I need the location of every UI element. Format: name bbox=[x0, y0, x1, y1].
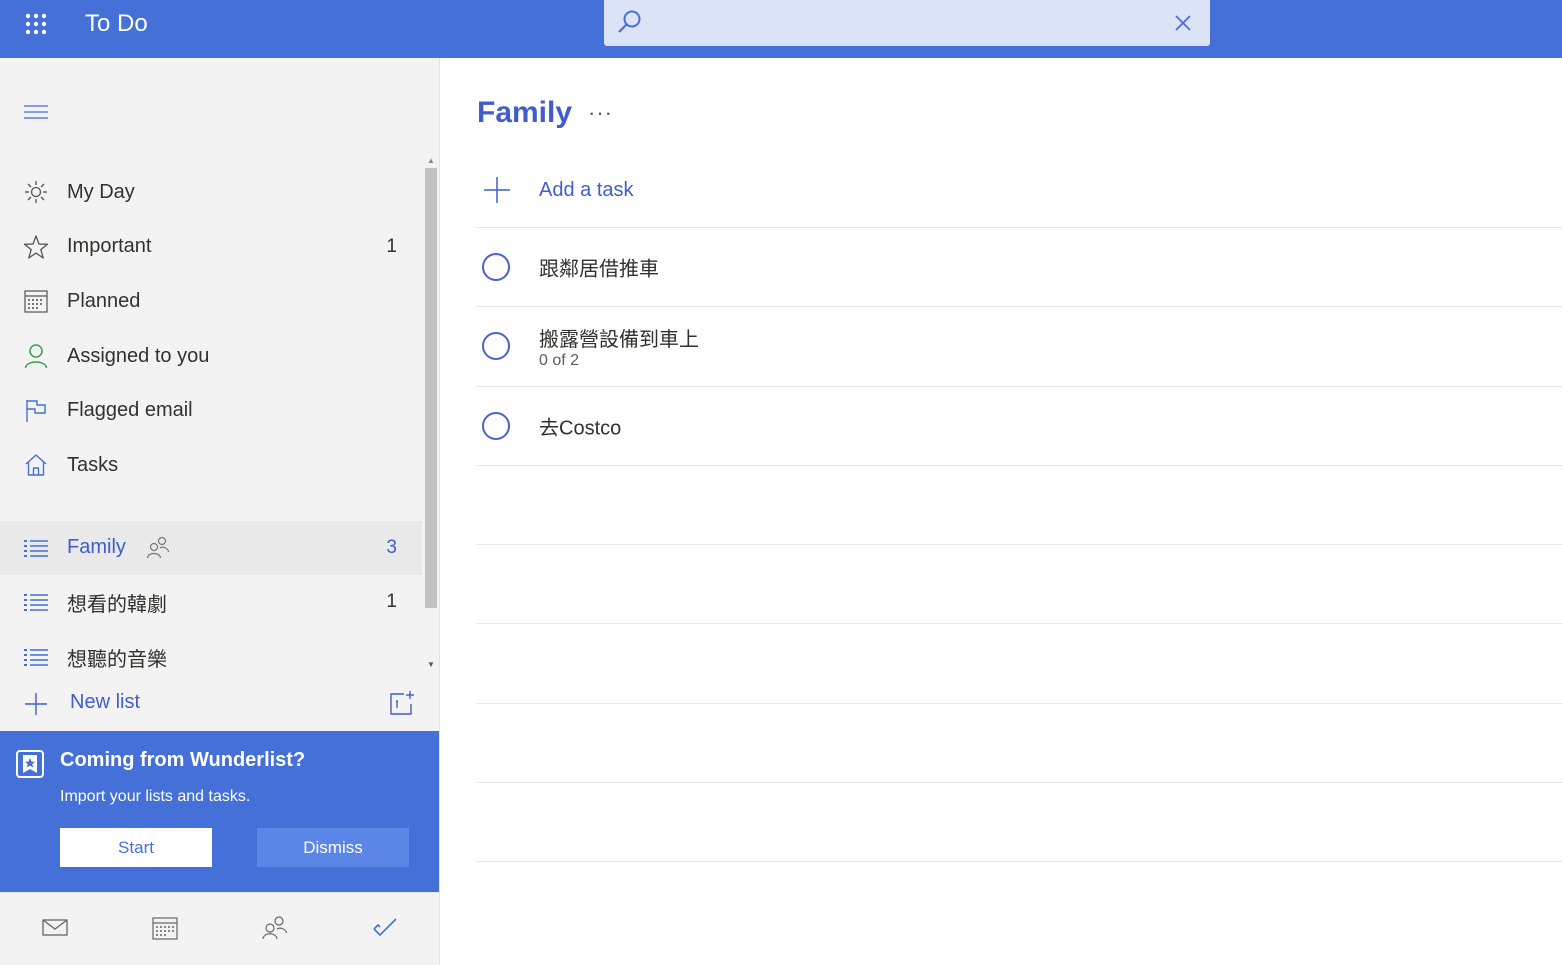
scroll-down-arrow-icon[interactable]: ▼ bbox=[427, 660, 435, 669]
sidebar-item-count: 1 bbox=[386, 235, 397, 257]
sidebar-item-important[interactable]: Important 1 bbox=[0, 220, 422, 275]
task-title: 跟鄰居借推車 bbox=[539, 258, 659, 281]
sidebar: My Day Important 1 Planned Assigned to y… bbox=[0, 58, 440, 965]
shared-people-icon bbox=[146, 536, 170, 560]
plus-icon bbox=[483, 176, 511, 204]
empty-row bbox=[477, 861, 1562, 863]
search-input[interactable] bbox=[656, 8, 1156, 38]
sidebar-item-label: Assigned to you bbox=[67, 344, 210, 367]
person-icon bbox=[23, 343, 49, 369]
top-bar: To Do bbox=[0, 0, 1562, 58]
plus-icon bbox=[24, 692, 48, 716]
list-title[interactable]: Family bbox=[477, 96, 572, 130]
sidebar-item-label: Tasks bbox=[67, 453, 119, 476]
list-icon bbox=[23, 644, 49, 670]
empty-row bbox=[477, 623, 1562, 702]
sidebar-scrollbar[interactable]: ▲ ▼ bbox=[422, 156, 438, 676]
wunderlist-star-icon bbox=[15, 749, 45, 779]
sidebar-list-count: 1 bbox=[386, 591, 397, 613]
dismiss-button[interactable]: Dismiss bbox=[257, 828, 409, 867]
sidebar-list-count: 3 bbox=[386, 536, 397, 558]
star-icon bbox=[23, 234, 49, 260]
sidebar-item-assigned-to-you[interactable]: Assigned to you bbox=[0, 329, 422, 384]
search-box[interactable] bbox=[604, 0, 1210, 46]
banner-title: Coming from Wunderlist? bbox=[60, 749, 306, 771]
new-group-icon[interactable] bbox=[388, 690, 416, 716]
task-row[interactable]: 跟鄰居借推車 bbox=[477, 227, 1562, 306]
sidebar-item-label: My Day bbox=[67, 180, 135, 203]
complete-task-checkbox[interactable] bbox=[482, 332, 510, 361]
calendar-icon[interactable] bbox=[151, 915, 179, 941]
sidebar-list-music[interactable]: 想聽的音樂 bbox=[0, 630, 422, 685]
sidebar-item-label: Flagged email bbox=[67, 399, 193, 422]
people-icon[interactable] bbox=[261, 915, 289, 941]
sidebar-list-label: 想看的韓劇 bbox=[67, 593, 167, 616]
complete-task-checkbox[interactable] bbox=[482, 253, 510, 282]
scroll-thumb[interactable] bbox=[425, 168, 437, 608]
sidebar-list-label: Family bbox=[67, 536, 126, 559]
mail-icon[interactable] bbox=[41, 915, 69, 939]
todo-check-icon[interactable] bbox=[371, 915, 399, 941]
calendar-icon bbox=[23, 288, 49, 314]
new-list-button[interactable]: New list bbox=[0, 680, 438, 726]
app-title: To Do bbox=[85, 10, 148, 37]
sidebar-list-korean-dramas[interactable]: 想看的韓劇 1 bbox=[0, 575, 422, 630]
task-title: 搬露營設備到車上 bbox=[539, 329, 699, 352]
sidebar-item-label: Important bbox=[67, 235, 152, 258]
empty-row bbox=[477, 702, 1562, 782]
list-icon bbox=[23, 589, 49, 615]
sidebar-item-label: Planned bbox=[67, 289, 141, 312]
scroll-up-arrow-icon[interactable]: ▲ bbox=[427, 156, 435, 165]
complete-task-checkbox[interactable] bbox=[482, 411, 510, 440]
task-list: 跟鄰居借推車 搬露營設備到車上 0 of 2 去Costco bbox=[477, 227, 1562, 863]
sidebar-item-tasks[interactable]: Tasks bbox=[0, 438, 422, 493]
sidebar-item-flagged-email[interactable]: Flagged email bbox=[0, 383, 422, 438]
sun-icon bbox=[23, 179, 49, 205]
list-icon bbox=[23, 535, 49, 561]
sidebar-item-my-day[interactable]: My Day bbox=[0, 165, 422, 220]
empty-row bbox=[477, 782, 1562, 861]
start-button[interactable]: Start bbox=[60, 828, 212, 867]
empty-row bbox=[477, 464, 1562, 544]
close-icon[interactable] bbox=[1174, 14, 1192, 32]
sidebar-list-label: 想聽的音樂 bbox=[67, 648, 167, 671]
task-title: 去Costco bbox=[539, 417, 622, 440]
home-icon bbox=[23, 452, 49, 478]
task-row[interactable]: 去Costco bbox=[477, 385, 1562, 465]
task-steps-progress: 0 of 2 bbox=[539, 352, 580, 370]
task-row[interactable]: 搬露營設備到車上 0 of 2 bbox=[477, 306, 1562, 385]
new-list-label: New list bbox=[70, 691, 141, 713]
flag-icon bbox=[23, 398, 49, 424]
wunderlist-import-banner: Coming from Wunderlist? Import your list… bbox=[0, 731, 439, 892]
search-icon bbox=[616, 8, 644, 36]
add-task-input[interactable]: Add a task bbox=[477, 162, 1562, 228]
sidebar-item-planned[interactable]: Planned bbox=[0, 274, 422, 329]
app-switcher bbox=[0, 892, 439, 965]
main-panel: Family ··· Add a task 跟鄰居借推車 搬露營設備到車上 0 … bbox=[440, 58, 1562, 965]
sidebar-list-family[interactable]: Family 3 bbox=[0, 520, 422, 576]
app-launcher-icon[interactable] bbox=[20, 8, 52, 40]
hamburger-menu-icon[interactable] bbox=[22, 102, 50, 122]
empty-row bbox=[477, 544, 1562, 623]
sidebar-nav: My Day Important 1 Planned Assigned to y… bbox=[0, 165, 422, 684]
list-options-more-icon[interactable]: ··· bbox=[588, 100, 613, 126]
banner-subtitle: Import your lists and tasks. bbox=[60, 788, 251, 805]
add-task-label: Add a task bbox=[539, 179, 634, 201]
